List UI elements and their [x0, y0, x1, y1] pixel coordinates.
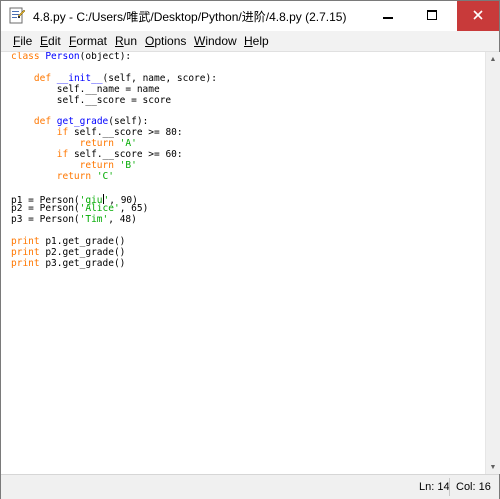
code-token: p2.get_grade() — [39, 247, 126, 259]
menu-edit[interactable]: Edit — [40, 34, 61, 48]
menu-file[interactable]: File — [13, 34, 32, 48]
code-line[interactable]: class Person(object): — [11, 52, 217, 63]
code-line[interactable]: print p3.get_grade() — [11, 257, 217, 270]
keyword-token: return — [79, 159, 120, 171]
code-token: self.__name = name — [11, 83, 160, 95]
keyword-token: def — [33, 72, 57, 84]
string-token: 'Tim' — [79, 214, 109, 226]
scroll-up-icon[interactable]: ▲ — [486, 52, 500, 66]
keyword-token: class — [11, 52, 46, 62]
code-token: self.__score >= 80: — [68, 127, 183, 139]
menu-window[interactable]: Window — [194, 34, 237, 48]
code-token: p3 = Person( — [11, 214, 80, 226]
menu-format[interactable]: Format — [69, 34, 107, 48]
keyword-token: if — [56, 149, 69, 161]
code-token: self.__score >= 60: — [68, 149, 183, 161]
maximize-button[interactable] — [413, 1, 451, 31]
status-line: Ln: 14 — [419, 481, 450, 493]
string-token: 'Alice' — [79, 203, 120, 215]
code-line[interactable] — [11, 183, 217, 194]
definition-token: get_grade — [56, 116, 109, 128]
keyword-token: print — [11, 236, 40, 248]
minimize-button[interactable] — [369, 1, 407, 31]
menu-bar: File Edit Format Run Options Window Help — [1, 31, 499, 52]
idle-editor-window: 4.8.py - C:/Users/唯武/Desktop/Python/进阶/4… — [0, 0, 500, 499]
code-token: p2 = Person( — [11, 203, 80, 215]
string-token: 'B' — [119, 159, 137, 171]
menu-help[interactable]: Help — [244, 34, 269, 48]
python-idle-icon — [9, 7, 26, 25]
code-text[interactable]: class Person(object): def __init__(self,… — [11, 52, 217, 270]
window-title: 4.8.py - C:/Users/唯武/Desktop/Python/进阶/4… — [33, 10, 347, 24]
string-token: 'C' — [96, 170, 114, 182]
string-token: 'A' — [119, 138, 137, 150]
code-line[interactable]: return 'C' — [11, 170, 217, 183]
code-token: , 65) — [119, 203, 149, 215]
status-divider — [449, 478, 450, 496]
status-bar: Ln: 14 Col: 16 — [1, 474, 499, 499]
keyword-token: return — [79, 138, 120, 150]
code-token: p1.get_grade() — [39, 236, 126, 248]
keyword-token: return — [56, 170, 97, 182]
keyword-token: print — [11, 257, 40, 269]
minimize-icon — [383, 7, 393, 25]
code-token: (self, name, score): — [102, 72, 217, 84]
definition-token: Person — [45, 52, 80, 62]
keyword-token: if — [56, 127, 69, 139]
scroll-down-icon[interactable]: ▼ — [486, 460, 500, 474]
maximize-icon — [427, 7, 437, 25]
vertical-scrollbar[interactable]: ▲ ▼ — [485, 52, 500, 474]
code-line[interactable]: p3 = Person('Tim', 48) — [11, 214, 217, 226]
keyword-token: def — [33, 116, 57, 128]
code-token: (object): — [79, 52, 132, 62]
title-bar[interactable]: 4.8.py - C:/Users/唯武/Desktop/Python/进阶/4… — [1, 1, 499, 31]
status-column: Col: 16 — [456, 481, 491, 493]
menu-run[interactable]: Run — [115, 34, 137, 48]
definition-token: __init__ — [56, 72, 103, 84]
menu-options[interactable]: Options — [145, 34, 186, 48]
code-line[interactable]: self.__score = score — [11, 94, 217, 107]
keyword-token: print — [11, 247, 40, 259]
code-token: (self): — [108, 116, 149, 128]
close-button[interactable] — [457, 1, 499, 31]
code-token: , 48) — [108, 214, 137, 226]
code-editor[interactable]: class Person(object): def __init__(self,… — [1, 52, 485, 474]
close-icon — [473, 7, 483, 25]
code-token: self.__score = score — [11, 94, 172, 106]
code-token: p3.get_grade() — [39, 257, 126, 269]
